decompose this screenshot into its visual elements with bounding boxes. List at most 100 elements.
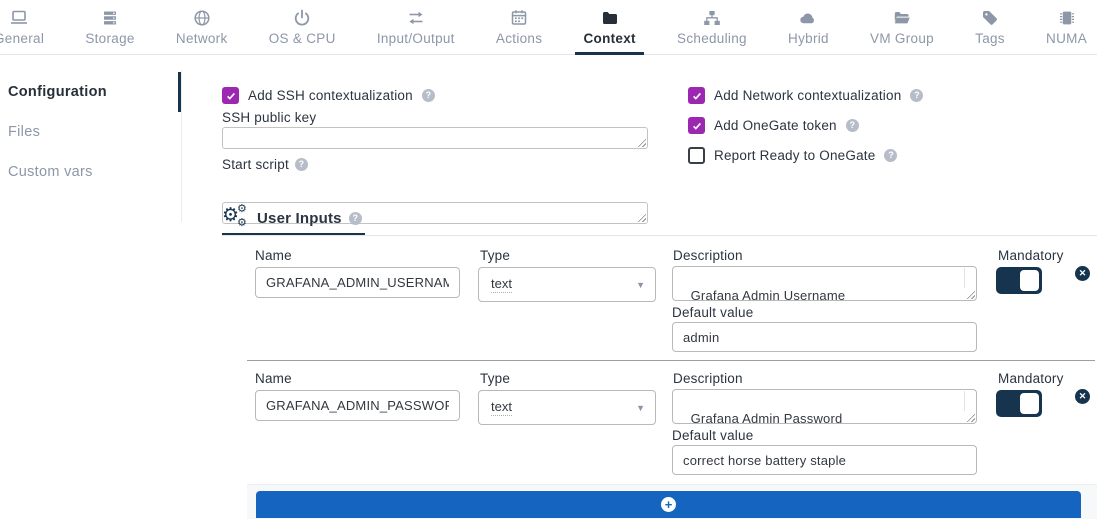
tab-label: General bbox=[0, 31, 44, 46]
report-ready-checkbox[interactable] bbox=[688, 147, 705, 164]
tab-label: NUMA bbox=[1046, 31, 1087, 46]
calendar-icon bbox=[509, 8, 529, 28]
user-input-row-divider bbox=[247, 360, 1095, 361]
user-input-type-select[interactable]: text ▼ bbox=[478, 267, 656, 302]
tab-label: Context bbox=[583, 31, 635, 46]
tab-general[interactable]: General bbox=[0, 0, 54, 54]
mandatory-column-label: Mandatory bbox=[998, 371, 1064, 386]
textarea-scrollbar bbox=[964, 391, 965, 411]
chevron-down-icon: ▼ bbox=[636, 280, 645, 290]
help-icon[interactable]: ? bbox=[349, 212, 362, 225]
sidebar-item-custom-vars[interactable]: Custom vars bbox=[0, 152, 181, 192]
default-value-label: Default value bbox=[672, 428, 753, 443]
tab-context[interactable]: Context bbox=[573, 0, 645, 54]
help-icon[interactable]: ? bbox=[884, 149, 897, 162]
tab-label: Scheduling bbox=[677, 31, 747, 46]
plus-icon: + bbox=[661, 497, 676, 512]
exchange-icon bbox=[406, 8, 426, 28]
ssh-public-key-textarea[interactable] bbox=[222, 127, 648, 149]
type-column-label: Type bbox=[480, 248, 510, 263]
tab-input-output[interactable]: Input/Output bbox=[367, 0, 465, 54]
check-icon bbox=[691, 120, 703, 132]
help-icon[interactable]: ? bbox=[846, 119, 859, 132]
cloud-icon bbox=[798, 8, 818, 28]
ssh-contextualization-checkbox[interactable] bbox=[222, 87, 239, 104]
name-column-label: Name bbox=[255, 248, 292, 263]
tab-network[interactable]: Network bbox=[166, 0, 238, 54]
add-user-input-button[interactable]: + bbox=[256, 491, 1081, 518]
tab-scheduling[interactable]: Scheduling bbox=[667, 0, 757, 54]
laptop-icon bbox=[9, 8, 29, 28]
onegate-token-checkbox[interactable] bbox=[688, 117, 705, 134]
toggle-knob bbox=[1020, 270, 1039, 291]
onegate-token-label: Add OneGate token bbox=[714, 118, 837, 133]
name-column-label: Name bbox=[255, 371, 292, 386]
user-input-default-value-field[interactable] bbox=[672, 322, 977, 352]
network-contextualization-checkbox[interactable] bbox=[688, 87, 705, 104]
user-inputs-header: ⚙ ⚙ ⚙ User Inputs ? bbox=[222, 205, 362, 231]
start-script-label: Start script bbox=[222, 157, 289, 172]
check-icon bbox=[225, 90, 237, 102]
user-input-type-select[interactable]: text ▼ bbox=[478, 390, 656, 425]
type-column-label: Type bbox=[480, 371, 510, 386]
check-icon bbox=[691, 90, 703, 102]
report-ready-row: Report Ready to OneGate ? bbox=[688, 147, 897, 164]
mandatory-column-label: Mandatory bbox=[998, 248, 1064, 263]
help-icon[interactable]: ? bbox=[910, 89, 923, 102]
folder-icon bbox=[600, 8, 620, 28]
network-contextualization-label: Add Network contextualization bbox=[714, 88, 901, 103]
ssh-contextualization-row: Add SSH contextualization ? bbox=[222, 87, 435, 104]
context-sidebar: Configuration Files Custom vars bbox=[0, 56, 181, 192]
default-value-label: Default value bbox=[672, 305, 753, 320]
description-rest: Admin Password bbox=[739, 411, 842, 424]
start-script-row: Start script ? bbox=[222, 157, 308, 172]
globe-icon bbox=[192, 8, 212, 28]
tab-hybrid[interactable]: Hybrid bbox=[778, 0, 839, 54]
user-inputs-title: User Inputs bbox=[257, 210, 342, 227]
tab-tags[interactable]: Tags bbox=[965, 0, 1015, 54]
tab-label: Network bbox=[176, 31, 228, 46]
tab-label: Hybrid bbox=[788, 31, 829, 46]
description-word-misspelled: Grafana bbox=[691, 411, 739, 424]
sidebar-item-configuration[interactable]: Configuration bbox=[0, 72, 181, 112]
template-tab-bar: General Storage Network OS & CPU Input/O… bbox=[0, 0, 1097, 55]
sidebar-item-files[interactable]: Files bbox=[0, 112, 181, 152]
gears-icon: ⚙ ⚙ ⚙ bbox=[222, 205, 250, 231]
description-rest: Admin Username bbox=[739, 288, 845, 301]
selected-type: text bbox=[491, 399, 512, 416]
user-inputs-divider bbox=[222, 235, 1097, 236]
sitemap-icon bbox=[702, 8, 722, 28]
power-icon bbox=[292, 8, 312, 28]
sidebar-item-label: Custom vars bbox=[8, 164, 93, 180]
tab-storage[interactable]: Storage bbox=[75, 0, 144, 54]
ssh-public-key-label: SSH public key bbox=[222, 110, 316, 125]
tag-icon bbox=[980, 8, 1000, 28]
help-icon[interactable]: ? bbox=[295, 158, 308, 171]
mandatory-toggle[interactable] bbox=[996, 267, 1042, 294]
user-input-description-field[interactable]: Grafana Admin Username bbox=[672, 266, 977, 301]
chevron-down-icon: ▼ bbox=[636, 403, 645, 413]
selected-type: text bbox=[491, 276, 512, 293]
help-icon[interactable]: ? bbox=[422, 89, 435, 102]
description-word-misspelled: Grafana bbox=[691, 288, 739, 301]
remove-user-input-button[interactable]: ✕ bbox=[1075, 389, 1090, 404]
remove-user-input-button[interactable]: ✕ bbox=[1075, 266, 1090, 281]
sidebar-item-label: Files bbox=[8, 124, 40, 140]
tab-numa[interactable]: NUMA bbox=[1036, 0, 1097, 54]
mandatory-toggle[interactable] bbox=[996, 390, 1042, 417]
onegate-token-row: Add OneGate token ? bbox=[688, 117, 859, 134]
tab-actions[interactable]: Actions bbox=[486, 0, 552, 54]
user-input-default-value-field[interactable] bbox=[672, 445, 977, 475]
tab-os-cpu[interactable]: OS & CPU bbox=[259, 0, 346, 54]
toggle-knob bbox=[1020, 393, 1039, 414]
tab-label: Tags bbox=[975, 31, 1005, 46]
description-column-label: Description bbox=[673, 371, 743, 386]
user-input-name-field[interactable] bbox=[255, 267, 460, 298]
tab-label: OS & CPU bbox=[269, 31, 336, 46]
tab-vm-group[interactable]: VM Group bbox=[860, 0, 944, 54]
tab-label: Actions bbox=[496, 31, 542, 46]
microchip-icon bbox=[1057, 8, 1077, 28]
description-column-label: Description bbox=[673, 248, 743, 263]
user-input-name-field[interactable] bbox=[255, 390, 460, 421]
user-input-description-field[interactable]: Grafana Admin Password bbox=[672, 389, 977, 424]
